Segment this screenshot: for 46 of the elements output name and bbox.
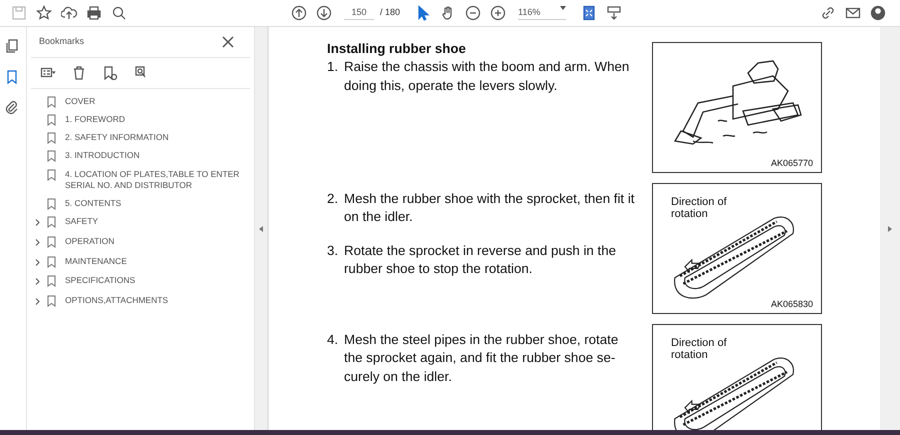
section-heading: Installing rubber shoe: [327, 40, 467, 58]
step-text: Rotate the sprocket in reverse and push in the rubber shoe to stop the rotation.: [344, 242, 618, 278]
bookmark-item[interactable]: MAINTENANCE: [65, 256, 127, 268]
figure-label: Direction of rotation: [671, 196, 728, 220]
step-text: Raise the chassis with the boom and arm. When doing this, operate the levers slowly.: [344, 58, 630, 95]
bookmark-item[interactable]: SPECIFICATIONS: [65, 275, 136, 288]
bookmark-item[interactable]: SAFETY: [65, 216, 98, 228]
bookmark-icon: [47, 132, 57, 144]
step-number: 3.: [327, 242, 340, 260]
step-number: 1.: [327, 58, 340, 76]
bookmark-item[interactable]: COVER: [65, 96, 96, 108]
step-text: Mesh the steel pipes in the rubber shoe, rotate the sprocket again, and fit the rubber shoe se-curely on the idler.: [344, 331, 620, 386]
step-number: 2.: [327, 190, 340, 208]
chevron-icon[interactable]: [34, 278, 40, 286]
chevron-icon[interactable]: [34, 298, 40, 305]
bookmark-item[interactable]: 1. FOREWORD: [65, 114, 125, 126]
bookmark-icon: [47, 96, 57, 108]
step-text: Mesh the rubber shoe with the sprocket, then fit it on the idler.: [344, 190, 636, 226]
step-number: 4.: [327, 331, 340, 349]
bookmark-item[interactable]: 5. CONTENTS: [65, 198, 122, 210]
bookmark-icon: [47, 256, 57, 268]
figure-caption: AK065770: [770, 156, 813, 169]
bookmark-icon: [47, 294, 57, 307]
figure-label: Direction of rotation: [671, 337, 728, 362]
chevron-icon[interactable]: [34, 239, 40, 246]
chevron-icon[interactable]: [34, 258, 40, 266]
bookmark-icon: [47, 275, 57, 288]
chevron-icon[interactable]: [34, 219, 40, 226]
bookmark-icon: [47, 114, 57, 126]
bookmark-item[interactable]: 4. LOCATION OF PLATES,TABLE TO ENTER SERIAL NO. AND DISTRIBUTOR: [65, 168, 254, 192]
page-number-field[interactable]: 150: [344, 6, 374, 20]
bookmark-icon: [47, 236, 57, 248]
bookmark-item[interactable]: 3. INTRODUCTION: [65, 150, 140, 162]
collapse-arrow-icon[interactable]: [259, 226, 263, 232]
bookmark-icon: [47, 216, 57, 229]
bookmark-item[interactable]: OPERATION: [65, 236, 114, 248]
bookmark-item[interactable]: OPTIONS,ATTACHMENTS: [65, 294, 168, 307]
bookmark-icon: [47, 168, 57, 181]
bookmark-item[interactable]: 2. SAFETY INFORMATION: [65, 132, 169, 144]
bookmark-icon: [47, 198, 57, 210]
bookmark-icon: [47, 150, 57, 163]
figure-caption: AK065830: [770, 298, 813, 310]
panel-title: Bookmarks: [39, 35, 84, 48]
zoom-dropdown[interactable]: 116%: [518, 6, 566, 20]
page-total: / 180: [380, 6, 400, 20]
expand-arrow-icon[interactable]: [888, 226, 892, 232]
